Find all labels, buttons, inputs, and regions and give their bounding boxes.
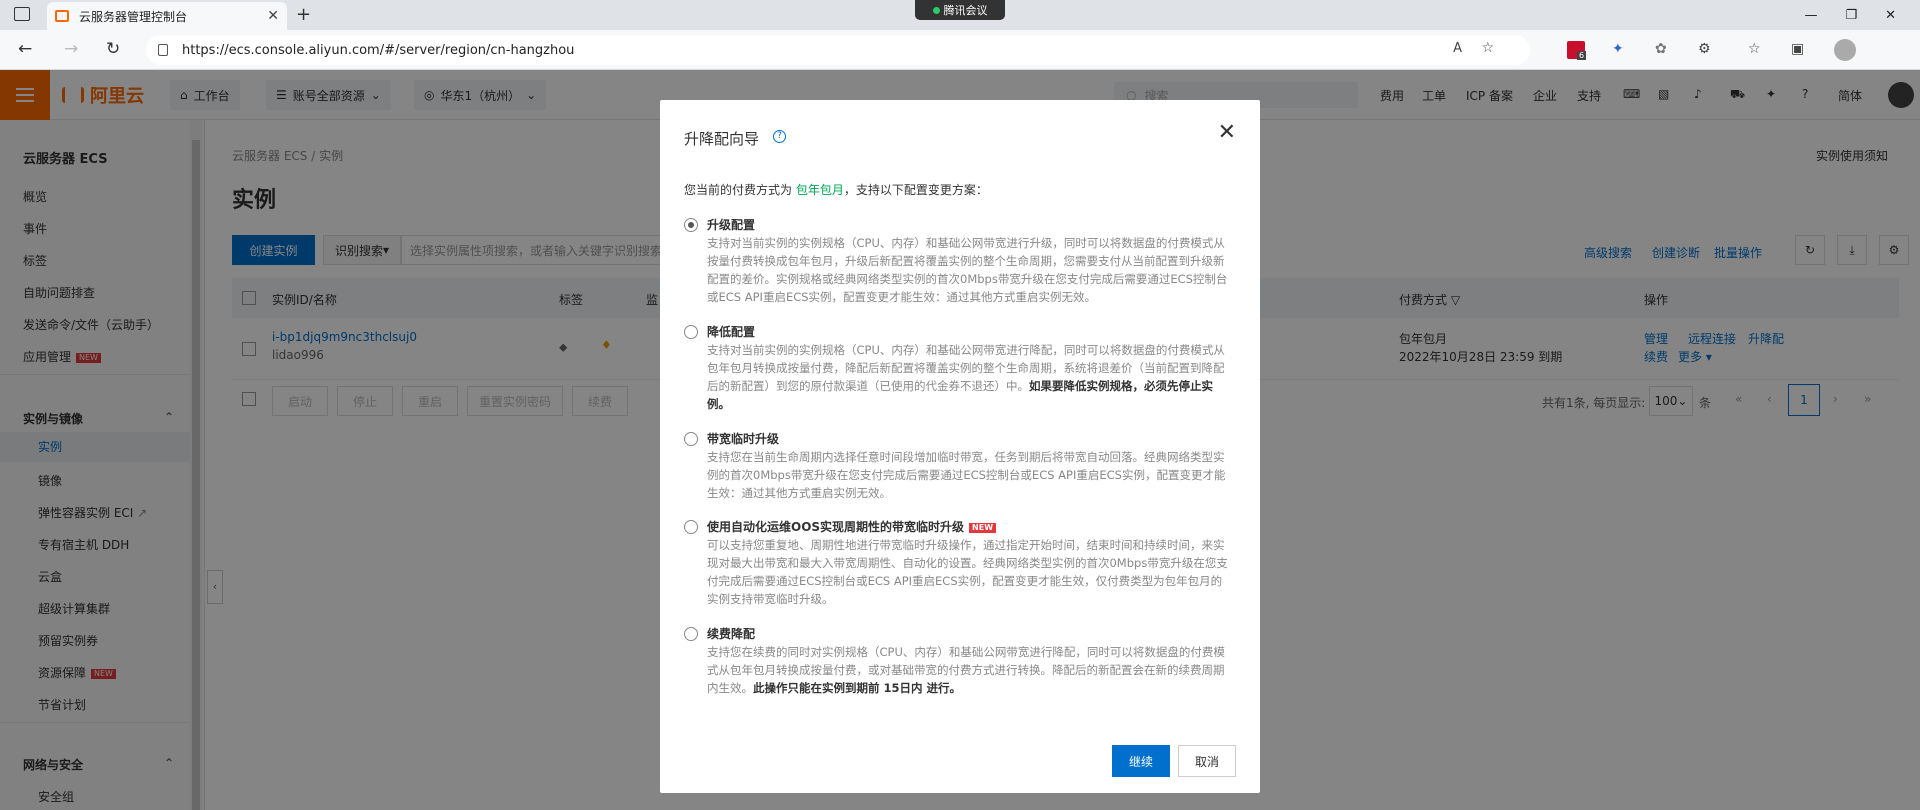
address-bar-row: ← → ↻ https://ecs.console.aliyun.com/#/s… [0, 30, 1920, 70]
option-title: 升级配置 [707, 218, 756, 232]
extension-gray-icon[interactable]: ✿ [1655, 41, 1673, 59]
favorite-add-icon[interactable]: ☆ [1481, 40, 1494, 56]
radio-oos-periodic[interactable] [684, 520, 698, 534]
radio-downgrade[interactable] [684, 325, 698, 339]
intro-prefix: 您当前的付费方式为 [684, 183, 793, 197]
radio-renew-downgrade[interactable] [684, 627, 698, 641]
recording-dot-icon [932, 6, 940, 14]
help-icon[interactable]: ? [773, 130, 786, 143]
url-field[interactable]: https://ecs.console.aliyun.com/#/server/… [146, 35, 1530, 65]
extension-blue-icon[interactable]: ✦ [1612, 41, 1630, 59]
close-tab-icon[interactable]: ✕ [267, 8, 279, 24]
collections-icon[interactable]: ▣ [1791, 41, 1809, 59]
profile-avatar[interactable] [1834, 39, 1856, 61]
browser-tab[interactable]: 云服务器管理控制台 ✕ [47, 2, 287, 30]
new-tab-icon[interactable]: + [296, 4, 311, 25]
tab-title: 云服务器管理控制台 [79, 9, 188, 24]
close-window-icon[interactable]: ✕ [1885, 8, 1896, 23]
resize-wizard-dialog: 升降配向导 ? ✕ 您当前的付费方式为 包年包月，支持以下配置变更方案： 升级配… [660, 100, 1260, 793]
lock-icon [158, 44, 168, 56]
meeting-indicator[interactable]: 腾讯会议 [915, 0, 1005, 20]
option-warning: 此操作只能在实例到期前 15日内 进行。 [753, 681, 962, 695]
browser-tab-bar: 云服务器管理控制台 ✕ + 腾讯会议 — ❐ ✕ [0, 0, 1920, 30]
cancel-button[interactable]: 取消 [1178, 745, 1236, 777]
minimize-icon[interactable]: — [1804, 8, 1817, 23]
radio-upgrade[interactable] [684, 218, 698, 232]
extensions-icon[interactable]: ⚙ [1698, 41, 1716, 59]
option-title: 续费降配 [707, 627, 756, 641]
aliyun-favicon-icon [55, 10, 69, 22]
tab-actions-icon[interactable] [14, 7, 30, 21]
meeting-label: 腾讯会议 [943, 4, 988, 17]
option-title: 降低配置 [707, 325, 756, 339]
intro-suffix: ，支持以下配置变更方案： [843, 183, 988, 197]
new-badge: NEW [969, 522, 997, 533]
url-text: https://ecs.console.aliyun.com/#/server/… [182, 42, 575, 58]
option-desc: 支持对当前实例的实例规格（CPU、内存）和基础公网带宽进行升级，同时可以将数据盘… [707, 236, 1228, 304]
extension-badge: 6 [1577, 51, 1587, 60]
option-desc: 支持您在续费的同时对实例规格（CPU、内存）和基础公网带宽进行降配，同时可以将数… [707, 643, 1229, 697]
close-icon[interactable]: ✕ [1218, 120, 1236, 145]
option-title: 使用自动化运维OOS实现周期性的带宽临时升级 [707, 520, 965, 534]
billing-intro: 您当前的付费方式为 包年包月，支持以下配置变更方案： [684, 181, 988, 198]
option-desc: 支持您在当前生命周期内选择任意时间段增加临时带宽，任务到期后将带宽自动回落。经典… [707, 450, 1226, 500]
option-title-wrap: 使用自动化运维OOS实现周期性的带宽临时升级 NEW [707, 518, 997, 535]
dialog-title: 升降配向导 [684, 130, 760, 148]
restore-icon[interactable]: ❐ [1845, 8, 1857, 23]
option-desc: 支持对当前实例的实例规格（CPU、内存）和基础公网带宽进行降配，同时可以将数据盘… [707, 341, 1229, 413]
back-icon[interactable]: ← [18, 39, 32, 59]
radio-bandwidth-temp[interactable] [684, 432, 698, 446]
read-aloud-icon[interactable]: A [1453, 41, 1462, 56]
billing-highlight: 包年包月 [795, 183, 844, 197]
reload-icon[interactable]: ↻ [106, 39, 120, 59]
favorites-icon[interactable]: ☆ [1748, 41, 1766, 59]
continue-button[interactable]: 继续 [1112, 745, 1170, 777]
window-controls: — ❐ ✕ [1804, 0, 1920, 30]
option-title: 带宽临时升级 [707, 432, 780, 446]
forward-icon[interactable]: → [64, 39, 78, 59]
extension-red-icon[interactable]: 6 [1567, 41, 1587, 60]
option-desc: 可以支持您重复地、周期性地进行带宽临时升级操作，通过指定开始时间，结束时间和持续… [707, 538, 1228, 606]
